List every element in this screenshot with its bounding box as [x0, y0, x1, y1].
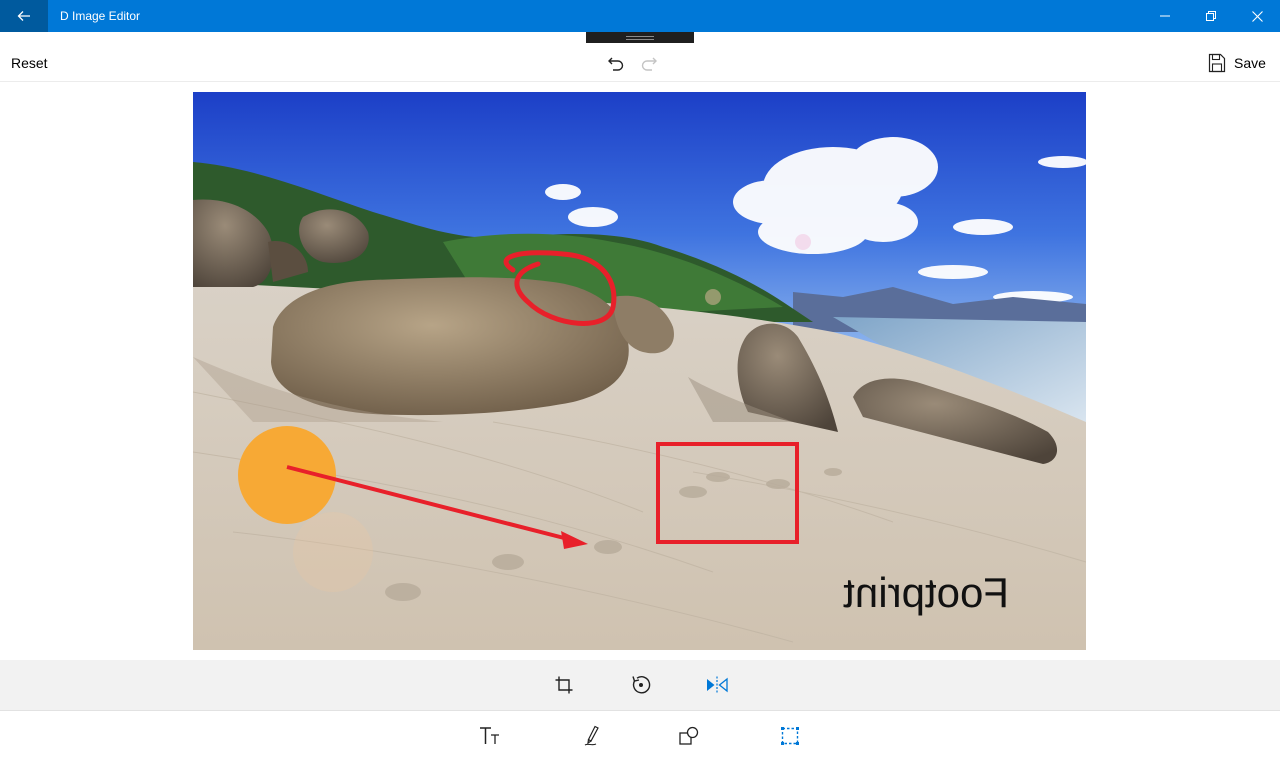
save-button[interactable]: Save: [1208, 52, 1266, 74]
redo-button[interactable]: [637, 52, 661, 74]
rotate-icon: [632, 676, 651, 694]
text-tool-icon: [480, 727, 499, 744]
selection-tool-icon: [781, 727, 799, 745]
reset-button[interactable]: Reset: [11, 55, 48, 71]
select-tool-button[interactable]: [770, 716, 810, 756]
close-icon: [1251, 10, 1263, 22]
undo-button[interactable]: [604, 52, 628, 74]
footprint-text: Footprint: [843, 569, 1009, 616]
command-bar: Reset Save: [0, 43, 1280, 82]
back-arrow-icon: [17, 11, 30, 21]
transform-toolbar: [0, 660, 1280, 711]
redo-icon: [641, 57, 657, 71]
restore-icon: [1206, 11, 1216, 21]
draw-tool-button[interactable]: [572, 716, 612, 756]
back-button[interactable]: [0, 0, 48, 32]
title-bar: D Image Editor: [0, 0, 1280, 32]
undo-icon: [608, 57, 624, 71]
flip-button[interactable]: [697, 665, 737, 705]
close-button[interactable]: [1234, 0, 1280, 32]
drag-handle[interactable]: [586, 32, 694, 43]
pen-tool-icon: [584, 725, 599, 746]
save-icon: [1208, 53, 1226, 73]
crop-button[interactable]: [544, 665, 584, 705]
minimize-button[interactable]: [1142, 0, 1188, 32]
app-title: D Image Editor: [60, 9, 141, 23]
save-label: Save: [1234, 55, 1266, 71]
text-tool-button[interactable]: [470, 716, 510, 756]
flip-horizontal-icon: [707, 676, 728, 694]
shapes-tool-button[interactable]: [669, 716, 709, 756]
restore-button[interactable]: [1188, 0, 1234, 32]
rotate-button[interactable]: [621, 665, 661, 705]
shapes-tool-icon: [679, 726, 699, 745]
edited-photo: Footprint: [193, 92, 1086, 650]
crop-icon: [555, 676, 573, 694]
image-canvas[interactable]: Footprint: [193, 92, 1086, 650]
minimize-icon: [1160, 15, 1170, 17]
tools-toolbar: [0, 711, 1280, 760]
